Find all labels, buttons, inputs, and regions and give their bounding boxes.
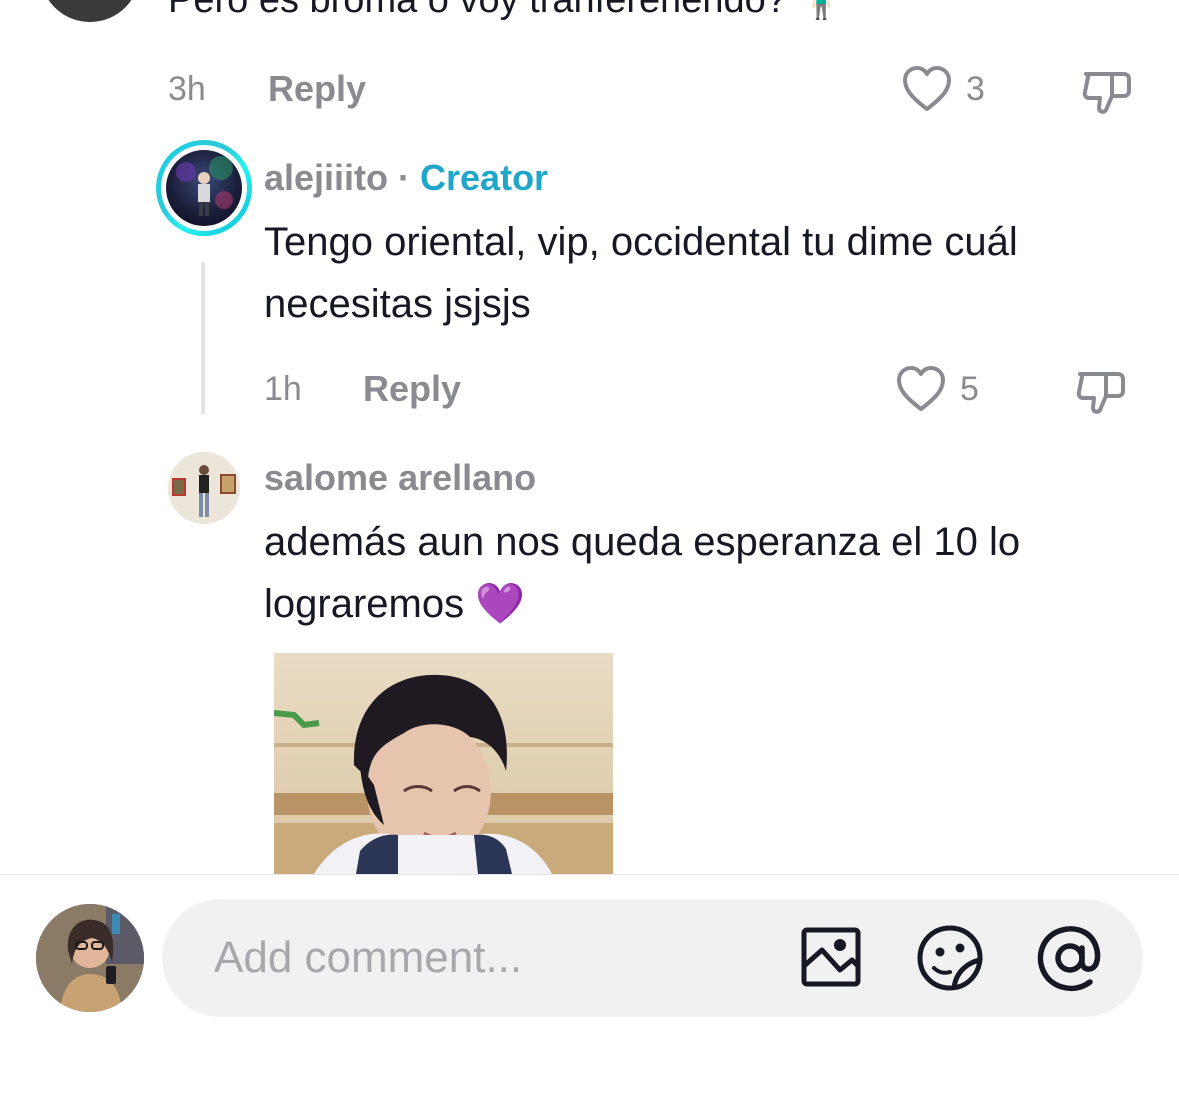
reply-button[interactable]: Reply (268, 68, 366, 110)
reply-button[interactable]: Reply (363, 368, 461, 410)
comment-timestamp: 1h (264, 370, 302, 408)
creator-badge: Creator (420, 157, 549, 198)
dislike-icon[interactable] (1080, 66, 1134, 116)
gif-image[interactable] (274, 653, 613, 874)
comment-author[interactable]: alejiiito · Creator (264, 157, 548, 199)
heart-icon[interactable] (895, 364, 947, 414)
comment-text: Tengo oriental, vip, occidental tu dime … (264, 220, 1018, 326)
separator: · (388, 157, 421, 198)
commenter-avatar[interactable] (40, 0, 140, 22)
commenter-avatar[interactable] (168, 452, 240, 524)
comment-timestamp: 3h (168, 70, 206, 108)
comment-text: Pero es broma o voy tranfereriendo? 🧍🏻‍♂… (168, 0, 845, 21)
like-count: 3 (966, 70, 985, 108)
thread-line (201, 262, 205, 414)
like-count: 5 (960, 370, 979, 408)
image-icon[interactable] (800, 926, 862, 988)
sticker-emoji-icon[interactable] (916, 924, 984, 992)
comment-text: además aun nos queda esperanza el 10 lo … (264, 520, 1021, 626)
heart-icon[interactable] (901, 64, 953, 114)
mention-icon[interactable] (1036, 924, 1104, 992)
username[interactable]: salome arellano (264, 457, 536, 499)
comment-input[interactable] (162, 899, 1143, 1017)
username[interactable]: alejiiito (264, 157, 388, 198)
dislike-icon[interactable] (1074, 366, 1128, 416)
my-avatar[interactable] (36, 904, 144, 1012)
creator-avatar[interactable] (156, 140, 252, 236)
